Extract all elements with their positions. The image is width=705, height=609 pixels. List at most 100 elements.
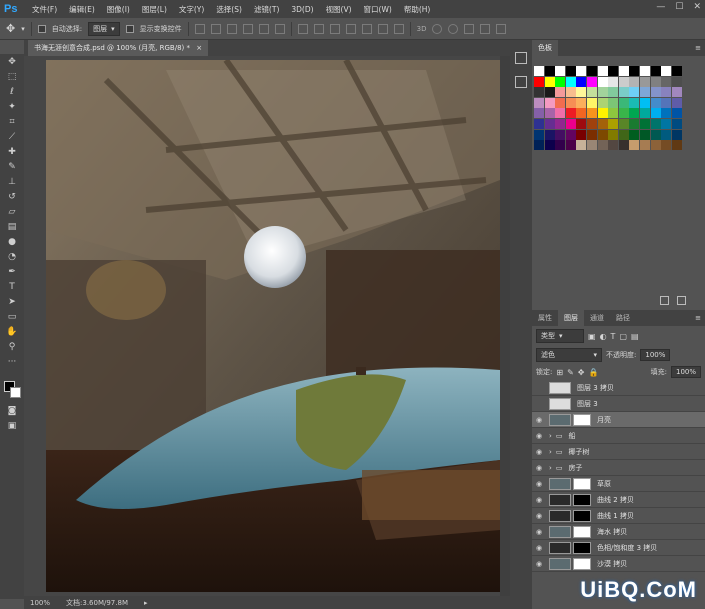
swatch[interactable]: [671, 66, 682, 76]
swatch[interactable]: [544, 66, 555, 76]
swatch[interactable]: [534, 97, 544, 108]
swatch[interactable]: [650, 118, 661, 129]
eraser-tool-icon[interactable]: ▱: [0, 204, 24, 219]
layer-row[interactable]: ◉ › ▭ 房子: [532, 460, 705, 476]
shape-tool-icon[interactable]: ▭: [0, 309, 24, 324]
menu-layer[interactable]: 图层(L): [136, 4, 173, 15]
color-swatches-icon[interactable]: [0, 373, 24, 403]
lock-all-icon[interactable]: 🔒: [588, 368, 598, 377]
swatch[interactable]: [565, 140, 576, 151]
swatch[interactable]: [555, 97, 566, 108]
visibility-eye-icon[interactable]: ◉: [532, 448, 546, 456]
swatch[interactable]: [629, 97, 640, 108]
swatch[interactable]: [639, 87, 650, 98]
swatch[interactable]: [618, 140, 629, 151]
swatch[interactable]: [671, 76, 682, 87]
distribute-top-icon[interactable]: [297, 23, 308, 34]
layer-row[interactable]: 图层 3 拷贝: [532, 380, 705, 396]
swatch[interactable]: [586, 76, 597, 87]
align-bottom-icon[interactable]: [226, 23, 237, 34]
distribute-left-icon[interactable]: [345, 23, 356, 34]
layer-row[interactable]: ◉ › ▭ 椰子树: [532, 444, 705, 460]
menu-window[interactable]: 窗口(W): [358, 4, 398, 15]
swatch[interactable]: [608, 87, 619, 98]
tab-properties[interactable]: 属性: [532, 310, 558, 326]
swatch[interactable]: [618, 66, 629, 76]
visibility-eye-icon[interactable]: ◉: [532, 544, 546, 552]
swatch[interactable]: [576, 76, 587, 87]
type-filter-icon[interactable]: T: [611, 332, 616, 341]
expand-group-icon[interactable]: ›: [549, 432, 552, 440]
swatch[interactable]: [671, 87, 682, 98]
swatch[interactable]: [671, 140, 682, 151]
tool-preset-dropdown-icon[interactable]: ▾: [21, 25, 25, 33]
swatch[interactable]: [629, 118, 640, 129]
swatch[interactable]: [555, 76, 566, 87]
dodge-tool-icon[interactable]: ◔: [0, 249, 24, 264]
swatch[interactable]: [650, 87, 661, 98]
distribute-bottom-icon[interactable]: [329, 23, 340, 34]
visibility-eye-icon[interactable]: ◉: [532, 464, 546, 472]
swatch[interactable]: [661, 140, 672, 151]
align-middle-icon[interactable]: [210, 23, 221, 34]
layer-row[interactable]: ◉ 海水 拷贝: [532, 524, 705, 540]
swatch[interactable]: [534, 87, 544, 98]
swatch[interactable]: [608, 97, 619, 108]
swatch[interactable]: [544, 118, 555, 129]
swatch[interactable]: [608, 66, 619, 76]
menu-file[interactable]: 文件(F): [26, 4, 63, 15]
swatch[interactable]: [576, 140, 587, 151]
swatch[interactable]: [661, 118, 672, 129]
swatch[interactable]: [661, 129, 672, 140]
status-menu-icon[interactable]: ▸: [144, 599, 148, 607]
swatch[interactable]: [534, 140, 544, 151]
screen-mode-icon[interactable]: ▣: [0, 418, 24, 433]
swatch[interactable]: [555, 129, 566, 140]
menu-edit[interactable]: 编辑(E): [63, 4, 101, 15]
smart-filter-icon[interactable]: ▤: [631, 332, 639, 341]
tab-paths[interactable]: 路径: [610, 310, 636, 326]
swatch[interactable]: [544, 108, 555, 119]
menu-view[interactable]: 视图(V): [320, 4, 358, 15]
close-tab-icon[interactable]: ×: [196, 44, 202, 52]
auto-align-icon[interactable]: [393, 23, 404, 34]
show-transform-checkbox[interactable]: [125, 24, 134, 33]
lasso-tool-icon[interactable]: ℓ: [0, 84, 24, 99]
type-tool-icon[interactable]: T: [0, 279, 24, 294]
clone-stamp-icon[interactable]: ⊥: [0, 174, 24, 189]
blend-mode-dropdown[interactable]: 滤色 ▾: [536, 348, 602, 362]
lock-pixels-icon[interactable]: ⊞: [556, 368, 563, 377]
history-brush-icon[interactable]: ↺: [0, 189, 24, 204]
swatch[interactable]: [576, 129, 587, 140]
swatch[interactable]: [639, 129, 650, 140]
menu-image[interactable]: 图像(I): [101, 4, 136, 15]
menu-3d[interactable]: 3D(D): [285, 5, 319, 14]
swatch[interactable]: [565, 108, 576, 119]
close-icon[interactable]: ✕: [693, 2, 701, 12]
swatch[interactable]: [618, 129, 629, 140]
visibility-eye-icon[interactable]: ◉: [532, 528, 546, 536]
document-canvas-image[interactable]: [46, 60, 500, 592]
3d-slide-icon[interactable]: [480, 23, 491, 34]
swatch[interactable]: [629, 129, 640, 140]
swatch[interactable]: [650, 129, 661, 140]
swatch[interactable]: [565, 76, 576, 87]
swatch[interactable]: [629, 108, 640, 119]
tab-layers[interactable]: 图层: [558, 310, 584, 326]
expand-group-icon[interactable]: ›: [549, 464, 552, 472]
swatch[interactable]: [555, 140, 566, 151]
swatch[interactable]: [629, 87, 640, 98]
hand-tool-icon[interactable]: ✋: [0, 324, 24, 339]
swatch[interactable]: [661, 87, 672, 98]
swatch[interactable]: [597, 129, 608, 140]
swatch[interactable]: [650, 108, 661, 119]
align-right-icon[interactable]: [274, 23, 285, 34]
swatch[interactable]: [586, 108, 597, 119]
swatch[interactable]: [597, 140, 608, 151]
move-tool-icon[interactable]: ✥: [0, 54, 24, 69]
layer-row[interactable]: ◉ 草原: [532, 476, 705, 492]
expand-group-icon[interactable]: ›: [549, 448, 552, 456]
swatch[interactable]: [586, 66, 597, 76]
quick-mask-icon[interactable]: ◙: [0, 403, 24, 418]
healing-brush-icon[interactable]: ✚: [0, 144, 24, 159]
